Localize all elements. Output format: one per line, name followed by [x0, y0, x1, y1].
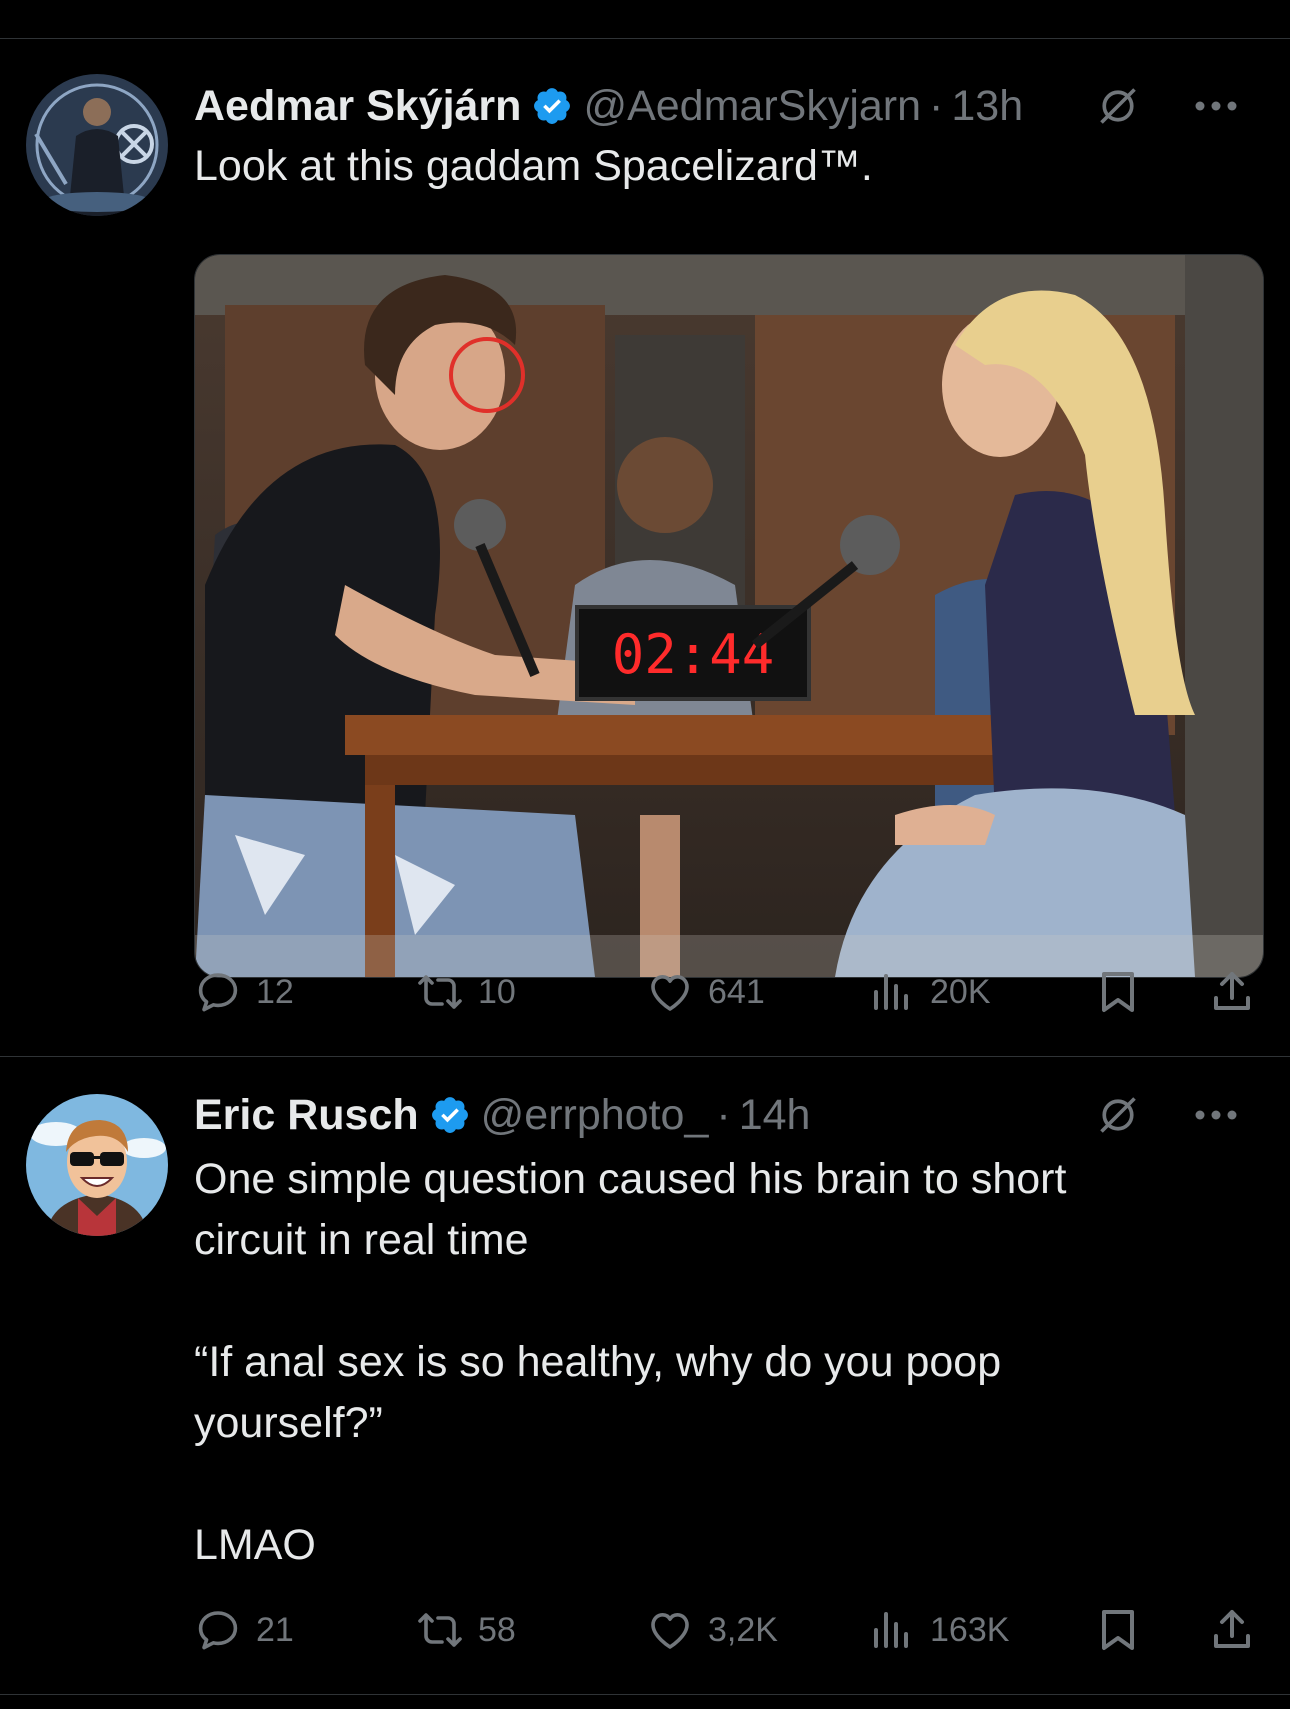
avatar-aedmar[interactable] — [26, 74, 168, 216]
text-line-4: yourself?” — [194, 1399, 383, 1447]
like-button[interactable]: 3,2K — [646, 1606, 778, 1654]
share-icon — [1208, 968, 1256, 1016]
separator-dot: · — [929, 81, 944, 130]
bookmark-button[interactable] — [1094, 1606, 1142, 1654]
text-line-1: One simple question caused his brain to … — [194, 1155, 1067, 1203]
grok-icon[interactable] — [1096, 84, 1140, 128]
author-handle[interactable]: @errphoto_ — [481, 1091, 709, 1140]
views-icon — [868, 1606, 916, 1654]
media-image: 02:44 — [195, 255, 1263, 977]
share-icon — [1208, 1606, 1256, 1654]
text-line-5: LMAO — [194, 1521, 316, 1569]
views-count: 163K — [930, 1610, 1010, 1649]
views-button[interactable]: 163K — [868, 1606, 1009, 1654]
avatar-eric[interactable] — [26, 1094, 168, 1236]
repost-icon — [416, 1606, 464, 1654]
verified-badge-icon[interactable] — [429, 1094, 471, 1136]
author-name[interactable]: Aedmar Skýjárn — [194, 82, 521, 131]
separator-dot: · — [716, 1090, 731, 1139]
repost-count: 10 — [478, 972, 516, 1011]
clock-readout: 02:44 — [612, 623, 775, 686]
like-icon — [646, 968, 694, 1016]
avatar-eric-image — [26, 1094, 168, 1236]
bookmark-icon — [1094, 968, 1142, 1016]
tweet-media[interactable]: 02:44 — [194, 254, 1264, 978]
repost-icon — [416, 968, 464, 1016]
tweet-actions: 21 58 3,2K 163K — [194, 1606, 1260, 1656]
tweet-2[interactable]: Eric Rusch @errphoto_ · 14h One simple q… — [0, 1057, 1290, 1697]
more-icon[interactable] — [1194, 1109, 1238, 1121]
tweet-actions: 12 10 641 20K — [194, 968, 1260, 1018]
like-button[interactable]: 641 — [646, 968, 765, 1016]
header-actions — [1096, 1093, 1238, 1137]
like-count: 3,2K — [708, 1610, 778, 1649]
timestamp[interactable]: 13h — [951, 82, 1023, 131]
author-name[interactable]: Eric Rusch — [194, 1091, 419, 1140]
views-count: 20K — [930, 972, 991, 1011]
reply-count: 12 — [256, 972, 294, 1011]
repost-button[interactable]: 10 — [416, 968, 516, 1016]
verified-badge-icon[interactable] — [531, 85, 573, 127]
tweet-1[interactable]: Aedmar Skýjárn @AedmarSkyjarn · 13h Look… — [0, 38, 1290, 1056]
tweet-header: Eric Rusch @errphoto_ · 14h — [194, 1085, 1270, 1145]
reply-count: 21 — [256, 1610, 294, 1649]
text-blank-1 — [194, 1271, 1254, 1332]
reply-button[interactable]: 12 — [194, 968, 294, 1016]
share-button[interactable] — [1208, 1606, 1256, 1654]
share-button[interactable] — [1208, 968, 1256, 1016]
header-actions — [1096, 84, 1238, 128]
repost-count: 58 — [478, 1610, 516, 1649]
grok-icon[interactable] — [1096, 1093, 1140, 1137]
bookmark-icon — [1094, 1606, 1142, 1654]
text-blank-2 — [194, 1454, 1254, 1515]
like-count: 641 — [708, 972, 765, 1011]
more-icon[interactable] — [1194, 100, 1238, 112]
views-button[interactable]: 20K — [868, 968, 991, 1016]
bookmark-button[interactable] — [1094, 968, 1142, 1016]
text-line-2: circuit in real time — [194, 1216, 529, 1264]
bottom-divider — [0, 1694, 1290, 1695]
tweet-text: Look at this gaddam Spacelizard™. — [194, 142, 873, 190]
avatar-aedmar-image — [26, 74, 168, 216]
repost-button[interactable]: 58 — [416, 1606, 516, 1654]
like-icon — [646, 1606, 694, 1654]
reply-icon — [194, 968, 242, 1016]
views-icon — [868, 968, 916, 1016]
text-line-3: “If anal sex is so healthy, why do you p… — [194, 1338, 1002, 1386]
tweet-header: Aedmar Skýjárn @AedmarSkyjarn · 13h — [194, 76, 1270, 136]
reply-icon — [194, 1606, 242, 1654]
author-handle[interactable]: @AedmarSkyjarn — [583, 82, 921, 131]
reply-button[interactable]: 21 — [194, 1606, 294, 1654]
tweet-text: One simple question caused his brain to … — [194, 1149, 1254, 1576]
timestamp[interactable]: 14h — [739, 1091, 811, 1140]
